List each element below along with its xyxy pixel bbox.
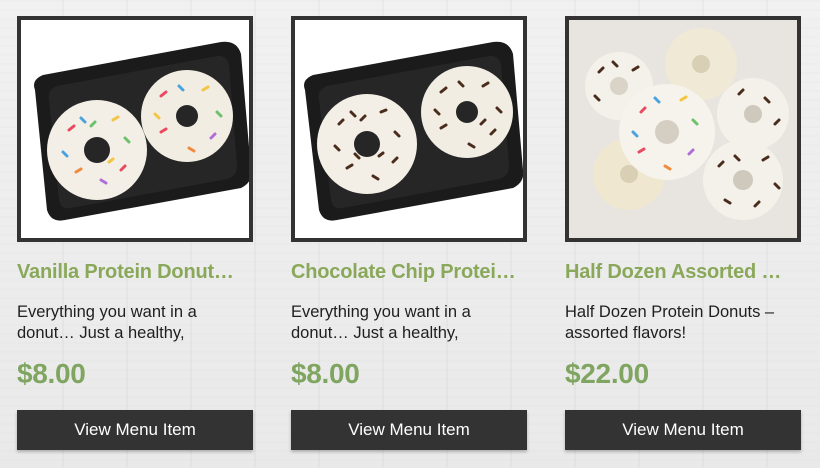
product-description: Everything you want in a donut… Just a h… — [291, 303, 471, 342]
view-menu-item-button[interactable]: View Menu Item — [17, 410, 253, 450]
product-grid: Vanilla Protein Donut… Everything you wa… — [17, 16, 803, 456]
product-title[interactable]: Half Dozen Assorted … — [565, 261, 801, 284]
product-image-vanilla[interactable] — [17, 16, 253, 242]
product-title[interactable]: Vanilla Protein Donut… — [17, 261, 253, 284]
product-title[interactable]: Chocolate Chip Protei… — [291, 261, 527, 284]
view-menu-item-button[interactable]: View Menu Item — [565, 410, 801, 450]
product-description: Everything you want in a donut… Just a h… — [17, 303, 197, 342]
product-image-half-dozen[interactable] — [565, 16, 801, 242]
view-menu-item-button[interactable]: View Menu Item — [291, 410, 527, 450]
product-description: Half Dozen Protein Donuts – assorted fla… — [565, 303, 775, 342]
chocolate-chip-donuts-image — [295, 20, 523, 238]
product-card-chocolate-chip: Chocolate Chip Protei… Everything you wa… — [291, 16, 527, 452]
product-price: $8.00 — [291, 358, 360, 389]
vanilla-donuts-image — [21, 20, 249, 238]
assorted-donuts-image — [569, 20, 797, 238]
product-price: $22.00 — [565, 358, 649, 389]
product-card-half-dozen: Half Dozen Assorted … Half Dozen Protein… — [565, 16, 801, 452]
product-image-chocolate-chip[interactable] — [291, 16, 527, 242]
product-price: $8.00 — [17, 358, 86, 389]
product-card-vanilla: Vanilla Protein Donut… Everything you wa… — [17, 16, 253, 452]
